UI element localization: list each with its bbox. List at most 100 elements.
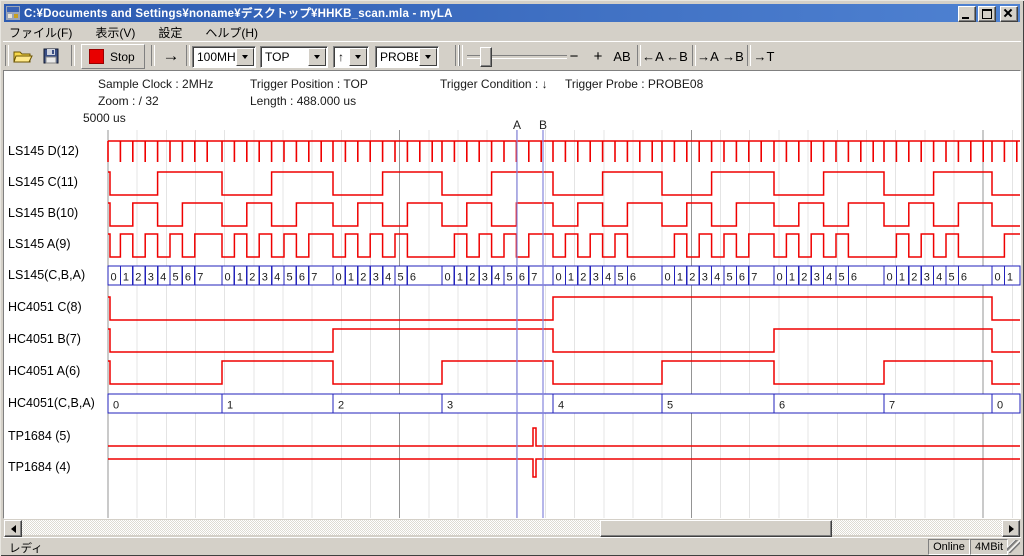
bus-value: 3 (482, 272, 488, 284)
waveform-hc4051-c-8- (108, 297, 1020, 320)
bus-value: 5 (173, 272, 179, 284)
menu-help[interactable]: ヘルプ(H) (200, 23, 263, 42)
trigger-probe-select[interactable]: PROBE00 (375, 46, 439, 68)
bus-value: 5 (618, 272, 624, 284)
move-cursor-b-button[interactable]: →B (721, 45, 745, 67)
waveform-ls145-c-b-a-: 0123456701234567012345601234567012345601… (108, 266, 1020, 285)
zoom-out-button[interactable]: − (563, 45, 585, 67)
sample-clock-info: Sample Clock : 2MHz (98, 77, 213, 91)
waveform-plot[interactable]: 0123456701234567012345601234567012345601… (0, 126, 1021, 519)
chevron-down-icon[interactable] (308, 48, 326, 66)
bus-value: 6 (299, 272, 305, 284)
bus-value: 2 (338, 400, 344, 412)
menu-bar: ファイル(F) 表示(V) 設定 ヘルプ(H) (4, 24, 276, 40)
waveform-hc4051-b-7- (108, 329, 1020, 352)
zoom-info: Zoom : / 32 (98, 94, 159, 108)
goto-cursor-a-button[interactable]: ←A (641, 45, 665, 67)
waveform-ls145-c-11- (108, 172, 1020, 195)
bus-value: 6 (739, 272, 745, 284)
waveform-ls145-a-9- (108, 234, 1020, 257)
bus-cell (774, 394, 884, 413)
time-per-division: 5000 us (83, 111, 126, 125)
chevron-down-icon[interactable] (236, 48, 254, 66)
bus-cell (442, 394, 553, 413)
bus-value: 5 (839, 272, 845, 284)
bus-value: 3 (814, 272, 820, 284)
scroll-right-button[interactable] (1002, 520, 1020, 537)
bus-value: 2 (689, 272, 695, 284)
bus-value: 0 (113, 400, 119, 412)
minimize-button[interactable] (958, 6, 976, 22)
waveform-ls145-b-10- (108, 203, 1020, 226)
zoom-slider[interactable] (467, 45, 567, 67)
open-file-button[interactable] (11, 45, 35, 67)
bus-value: 7 (197, 272, 203, 284)
horizontal-scrollbar[interactable] (4, 520, 1020, 535)
waveform-ls145-d-12- (108, 141, 1020, 162)
bus-value: 5 (727, 272, 733, 284)
bus-value: 0 (445, 272, 451, 284)
goto-cursor-b-button[interactable]: ←B (665, 45, 689, 67)
chevron-down-icon[interactable] (419, 48, 437, 66)
goto-trigger-button[interactable]: →T (751, 45, 777, 67)
bus-value: 1 (237, 272, 243, 284)
menu-file[interactable]: ファイル(F) (4, 23, 77, 42)
bus-cell (333, 394, 442, 413)
sample-clock-select[interactable]: 100MHz (192, 46, 256, 68)
arrow-right-icon (1009, 525, 1014, 533)
stop-button[interactable]: Stop (81, 44, 145, 69)
bus-value: 0 (225, 272, 231, 284)
toolbar-separator (5, 45, 9, 66)
maximize-button[interactable] (978, 6, 996, 22)
stop-icon (89, 49, 104, 64)
bus-value: 0 (556, 272, 562, 284)
status-bar: レディ Online 4MBit (3, 537, 1021, 554)
chevron-down-icon[interactable] (349, 48, 367, 66)
bus-value: 5 (287, 272, 293, 284)
close-button[interactable] (1000, 6, 1018, 22)
waveform-tp1684-4- (108, 459, 1020, 477)
save-button[interactable] (39, 45, 63, 67)
title-bar[interactable]: C:¥Documents and Settings¥noname¥デスクトップ¥… (4, 4, 1020, 22)
bus-value: 2 (360, 272, 366, 284)
zoom-in-button[interactable]: + (587, 45, 609, 67)
bus-value: 4 (494, 272, 500, 284)
waveform-hc4051-a-6- (108, 361, 1020, 384)
maximize-icon (982, 9, 992, 19)
scrollbar-thumb[interactable] (600, 520, 832, 537)
slider-thumb[interactable] (480, 47, 492, 67)
bus-value: 1 (899, 272, 905, 284)
bus-value: 5 (507, 272, 513, 284)
cursor-ab-button[interactable]: AB (609, 45, 635, 67)
bus-value: 2 (911, 272, 917, 284)
trigger-edge-select[interactable]: ↑ (333, 46, 369, 68)
bus-value: 4 (826, 272, 832, 284)
resize-grip[interactable] (1007, 540, 1020, 553)
bus-value: 5 (949, 272, 955, 284)
bus-value: 6 (779, 400, 785, 412)
menu-view[interactable]: 表示(V) (90, 23, 140, 42)
bus-value: 3 (702, 272, 708, 284)
bus-value: 6 (519, 272, 525, 284)
toolbar-separator (71, 45, 75, 66)
bus-value: 2 (135, 272, 141, 284)
bus-value: 3 (447, 400, 453, 412)
app-icon-image (6, 6, 20, 20)
bus-value: 1 (123, 272, 129, 284)
move-cursor-a-button[interactable]: →A (696, 45, 720, 67)
bus-value: 5 (667, 400, 673, 412)
toolbar-separator (186, 45, 190, 66)
trigger-probe-info: Trigger Probe : PROBE08 (565, 77, 703, 91)
bus-value: 4 (605, 272, 611, 284)
app-icon[interactable] (6, 6, 20, 20)
bus-cell (553, 394, 662, 413)
bus-value: 1 (348, 272, 354, 284)
scroll-left-button[interactable] (4, 520, 22, 537)
bus-value: 1 (568, 272, 574, 284)
menu-settings[interactable]: 設定 (153, 23, 187, 42)
bus-value: 6 (185, 272, 191, 284)
run-button[interactable]: → (157, 45, 185, 67)
bus-value: 6 (630, 272, 636, 284)
bus-value: 7 (311, 272, 317, 284)
trigger-position-select[interactable]: TOP (260, 46, 328, 68)
